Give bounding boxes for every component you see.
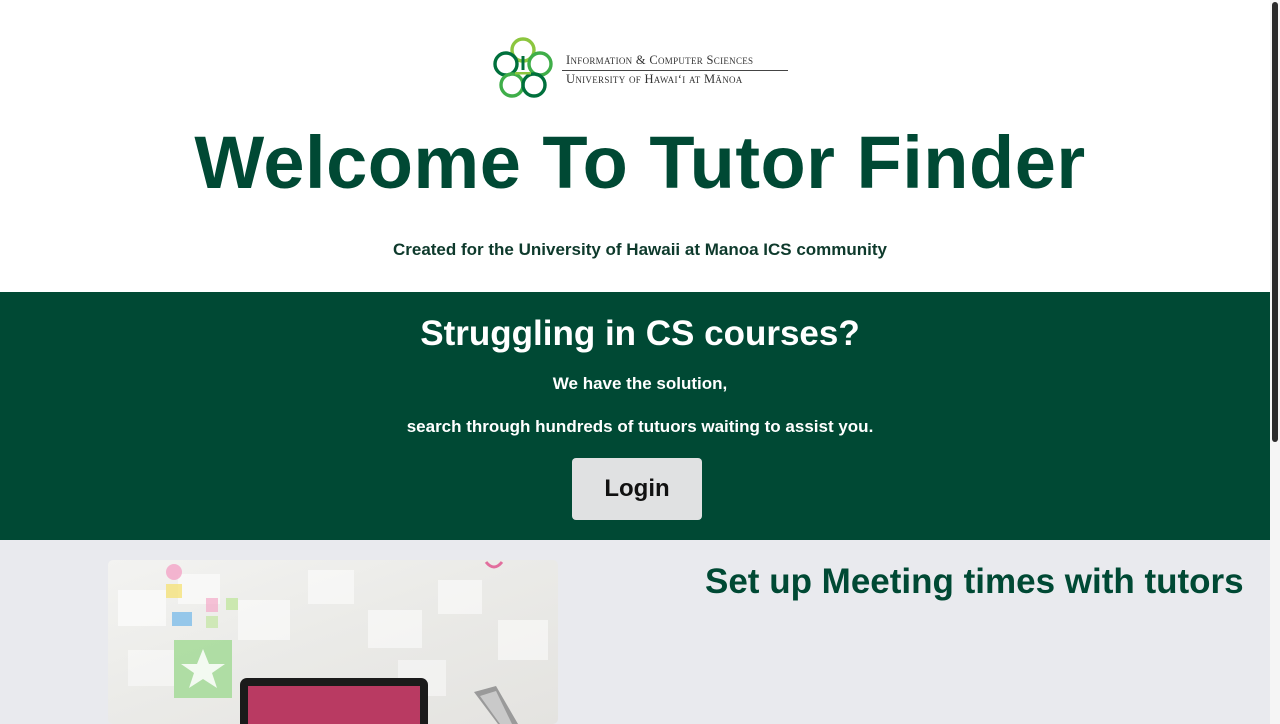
scrollbar-thumb[interactable] — [1272, 2, 1278, 442]
laptop-scene-illustration — [118, 561, 548, 724]
page-scrollbar[interactable] — [1270, 0, 1280, 724]
hero-tagline: We have the solution, — [552, 374, 728, 393]
hero-description: search through hundreds of tutuors waiti… — [406, 417, 874, 436]
ics-logo[interactable]: Information & Computer Sciences Universi… — [490, 36, 790, 104]
hero-heading: Struggling in CS courses? — [420, 314, 860, 353]
feature-heading: Set up Meeting times with tutors — [705, 562, 1244, 601]
laptop-desk-image — [108, 560, 558, 724]
logo-divider — [562, 70, 788, 71]
ics-flower-icon — [493, 37, 553, 98]
features-section: Set up Meeting times with tutors — [0, 540, 1270, 724]
login-button[interactable]: Login — [572, 458, 702, 520]
hero-banner: Struggling in CS courses? We have the so… — [0, 292, 1270, 540]
page-title: Welcome To Tutor Finder — [194, 121, 1086, 204]
header-section: Information & Computer Sciences Universi… — [0, 0, 1270, 292]
logo-department-text: Information & Computer Sciences — [566, 53, 754, 67]
page-subtitle: Created for the University of Hawaii at … — [392, 240, 888, 259]
logo-university-text: University of Hawai‘i at Mānoa — [566, 72, 743, 86]
